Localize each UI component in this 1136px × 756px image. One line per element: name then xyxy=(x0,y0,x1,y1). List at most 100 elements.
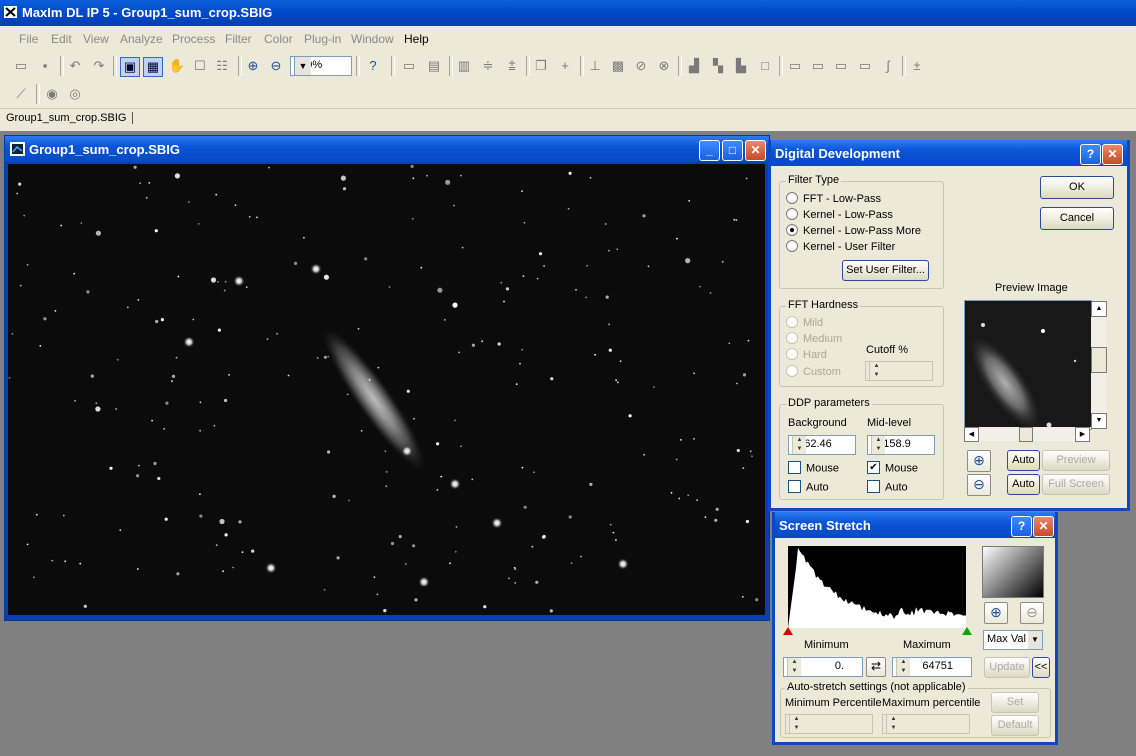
menu-filter[interactable]: Filter xyxy=(225,32,252,46)
zoom-select[interactable]: 100% ▼ xyxy=(290,56,352,76)
menu-analyze[interactable]: Analyze xyxy=(120,32,163,46)
image-view-icon[interactable]: ▣ xyxy=(120,57,140,77)
context-help-icon[interactable]: ? xyxy=(364,57,382,75)
scroll-up-icon[interactable]: ▲ xyxy=(1091,301,1107,317)
minimize-button[interactable]: _ xyxy=(699,140,720,161)
auto-full-screen-button[interactable]: Auto xyxy=(1007,474,1040,495)
menu-color[interactable]: Color xyxy=(264,32,293,46)
histogram-icon[interactable]: ▟ xyxy=(685,57,703,75)
redo-icon[interactable]: ↷ xyxy=(90,57,108,75)
spin-arrows-icon[interactable]: ▲ ▼ xyxy=(789,715,803,733)
scroll-thumb[interactable] xyxy=(1019,427,1033,442)
background-spinner[interactable]: 7562.46 ▲ ▼ xyxy=(788,435,856,455)
close-button[interactable]: ✕ xyxy=(1033,516,1054,537)
background-mouse-checkbox[interactable]: Mouse xyxy=(788,461,839,475)
menu-view[interactable]: View xyxy=(83,32,109,46)
cutoff-spinner[interactable]: 5 ▲▼ xyxy=(865,361,933,381)
spin-arrows-icon[interactable]: ▲ ▼ xyxy=(787,658,801,676)
image-c-icon[interactable]: ▭ xyxy=(832,57,850,75)
min-percentile-spinner[interactable]: ▲ ▼ xyxy=(785,714,873,734)
crosshair-icon[interactable]: + xyxy=(556,57,574,75)
telescope-icon[interactable]: ⟋ xyxy=(12,85,30,103)
default-button[interactable]: Default xyxy=(991,715,1039,736)
open-file-icon[interactable]: ▭ xyxy=(12,57,30,75)
zoom-out-icon[interactable]: ⊖ xyxy=(267,57,285,75)
menu-plugin[interactable]: Plug-in xyxy=(304,32,341,46)
set-button[interactable]: Set xyxy=(991,692,1039,713)
maximum-marker-icon[interactable] xyxy=(962,627,972,635)
stack-icon[interactable]: ▤ xyxy=(425,57,443,75)
scroll-thumb[interactable] xyxy=(1091,347,1107,373)
radio-mild[interactable]: Mild xyxy=(786,316,823,329)
pan-hand-icon[interactable]: ✋ xyxy=(168,57,186,75)
maximize-button[interactable]: □ xyxy=(722,140,743,161)
levels-icon[interactable]: ▚ xyxy=(709,57,727,75)
preview-button[interactable]: Preview xyxy=(1042,450,1110,471)
zoom-in-icon[interactable]: ⊕ xyxy=(967,450,991,472)
menu-file[interactable]: File xyxy=(19,32,38,46)
invert-icon[interactable]: ⊗ xyxy=(655,57,673,75)
radio-medium[interactable]: Medium xyxy=(786,332,842,345)
background-auto-checkbox[interactable]: Auto xyxy=(788,480,829,494)
spin-arrows-icon[interactable]: ▲ ▼ xyxy=(886,715,900,733)
spin-arrows-icon[interactable]: ▲ ▼ xyxy=(871,436,885,454)
radio-hard[interactable]: Hard xyxy=(786,348,827,361)
image-window-title-bar[interactable]: Group1_sum_crop.SBIG _ □ ✕ xyxy=(5,136,769,162)
bin-icon[interactable]: ▩ xyxy=(609,57,627,75)
set-user-filter-button[interactable]: Set User Filter... xyxy=(842,260,929,281)
auto-preview-button[interactable]: Auto xyxy=(1007,450,1040,471)
zoom-in-icon[interactable]: ⊕ xyxy=(984,602,1008,624)
help-button[interactable]: ? xyxy=(1080,144,1101,165)
frame-icon[interactable]: □ xyxy=(756,57,774,75)
save-icon[interactable]: ▪ xyxy=(36,57,54,75)
flip-icon[interactable]: ⊥ xyxy=(586,57,604,75)
radio-kernel-user-filter[interactable]: Kernel - User Filter xyxy=(786,240,895,253)
dialog-title-bar[interactable]: Digital Development ? ✕ xyxy=(771,140,1127,166)
menu-help[interactable]: Help xyxy=(404,32,429,46)
spin-arrows-icon[interactable]: ▲ ▼ xyxy=(896,658,910,676)
preview-image-pane[interactable]: ▲ ▼ xyxy=(964,300,1107,430)
scroll-down-icon[interactable]: ▼ xyxy=(1091,413,1107,429)
ruler-icon[interactable]: ▭ xyxy=(400,57,418,75)
dialog-title-bar[interactable]: Screen Stretch ? ✕ xyxy=(775,512,1055,538)
menu-window[interactable]: Window xyxy=(351,32,394,46)
grab-icon[interactable]: ☐ xyxy=(191,57,209,75)
rotate-icon[interactable]: ⊘ xyxy=(632,57,650,75)
curve-icon[interactable]: ∫ xyxy=(879,57,897,75)
minimum-spinner[interactable]: 0. ▲ ▼ xyxy=(783,657,863,677)
radio-fft-low-pass[interactable]: FFT - Low-Pass xyxy=(786,192,881,205)
align-icon[interactable]: ▥ xyxy=(455,57,473,75)
observatory-icon[interactable]: ◉ xyxy=(43,85,61,103)
radio-kernel-low-pass[interactable]: Kernel - Low-Pass xyxy=(786,208,893,221)
minimum-marker-icon[interactable] xyxy=(783,627,793,635)
zoom-out-icon[interactable]: ⊖ xyxy=(1020,602,1044,624)
menu-edit[interactable]: Edit xyxy=(51,32,72,46)
select-area-icon[interactable]: ▦ xyxy=(143,57,163,77)
histogram-plot[interactable] xyxy=(788,546,966,628)
update-button[interactable]: Update xyxy=(984,657,1030,678)
image-b-icon[interactable]: ▭ xyxy=(809,57,827,75)
maximum-spinner[interactable]: 64751 ▲ ▼ xyxy=(892,657,972,677)
close-button[interactable]: ✕ xyxy=(1102,144,1123,165)
image-d-icon[interactable]: ▭ xyxy=(856,57,874,75)
zoom-out-icon[interactable]: ⊖ xyxy=(967,474,991,496)
globe-icon[interactable]: ◎ xyxy=(66,85,84,103)
close-button[interactable]: ✕ xyxy=(745,140,766,161)
copy-icon[interactable]: ❐ xyxy=(532,57,550,75)
astronomical-image-canvas[interactable] xyxy=(8,164,765,615)
preview-vertical-scrollbar[interactable]: ▲ ▼ xyxy=(1091,301,1107,429)
scroll-left-icon[interactable]: ◀ xyxy=(964,427,979,442)
image-a-icon[interactable]: ▭ xyxy=(786,57,804,75)
help-button[interactable]: ? xyxy=(1011,516,1032,537)
tab-group1-sum-crop[interactable]: Group1_sum_crop.SBIG xyxy=(6,112,134,124)
radio-custom[interactable]: Custom xyxy=(786,365,841,378)
full-screen-button[interactable]: Full Screen xyxy=(1042,474,1110,495)
zoom-in-icon[interactable]: ⊕ xyxy=(244,57,262,75)
midlevel-spinner[interactable]: 10158.9 ▲ ▼ xyxy=(867,435,935,455)
menu-process[interactable]: Process xyxy=(172,32,215,46)
spin-arrows-icon[interactable]: ▲ ▼ xyxy=(869,362,883,380)
stretch-mode-select[interactable]: Max Val ▼ xyxy=(983,630,1043,650)
radio-kernel-low-pass-more[interactable]: Kernel - Low-Pass More xyxy=(786,224,921,237)
midlevel-mouse-checkbox[interactable]: ✔ Mouse xyxy=(867,461,918,475)
scroll-right-icon[interactable]: ▶ xyxy=(1075,427,1090,442)
